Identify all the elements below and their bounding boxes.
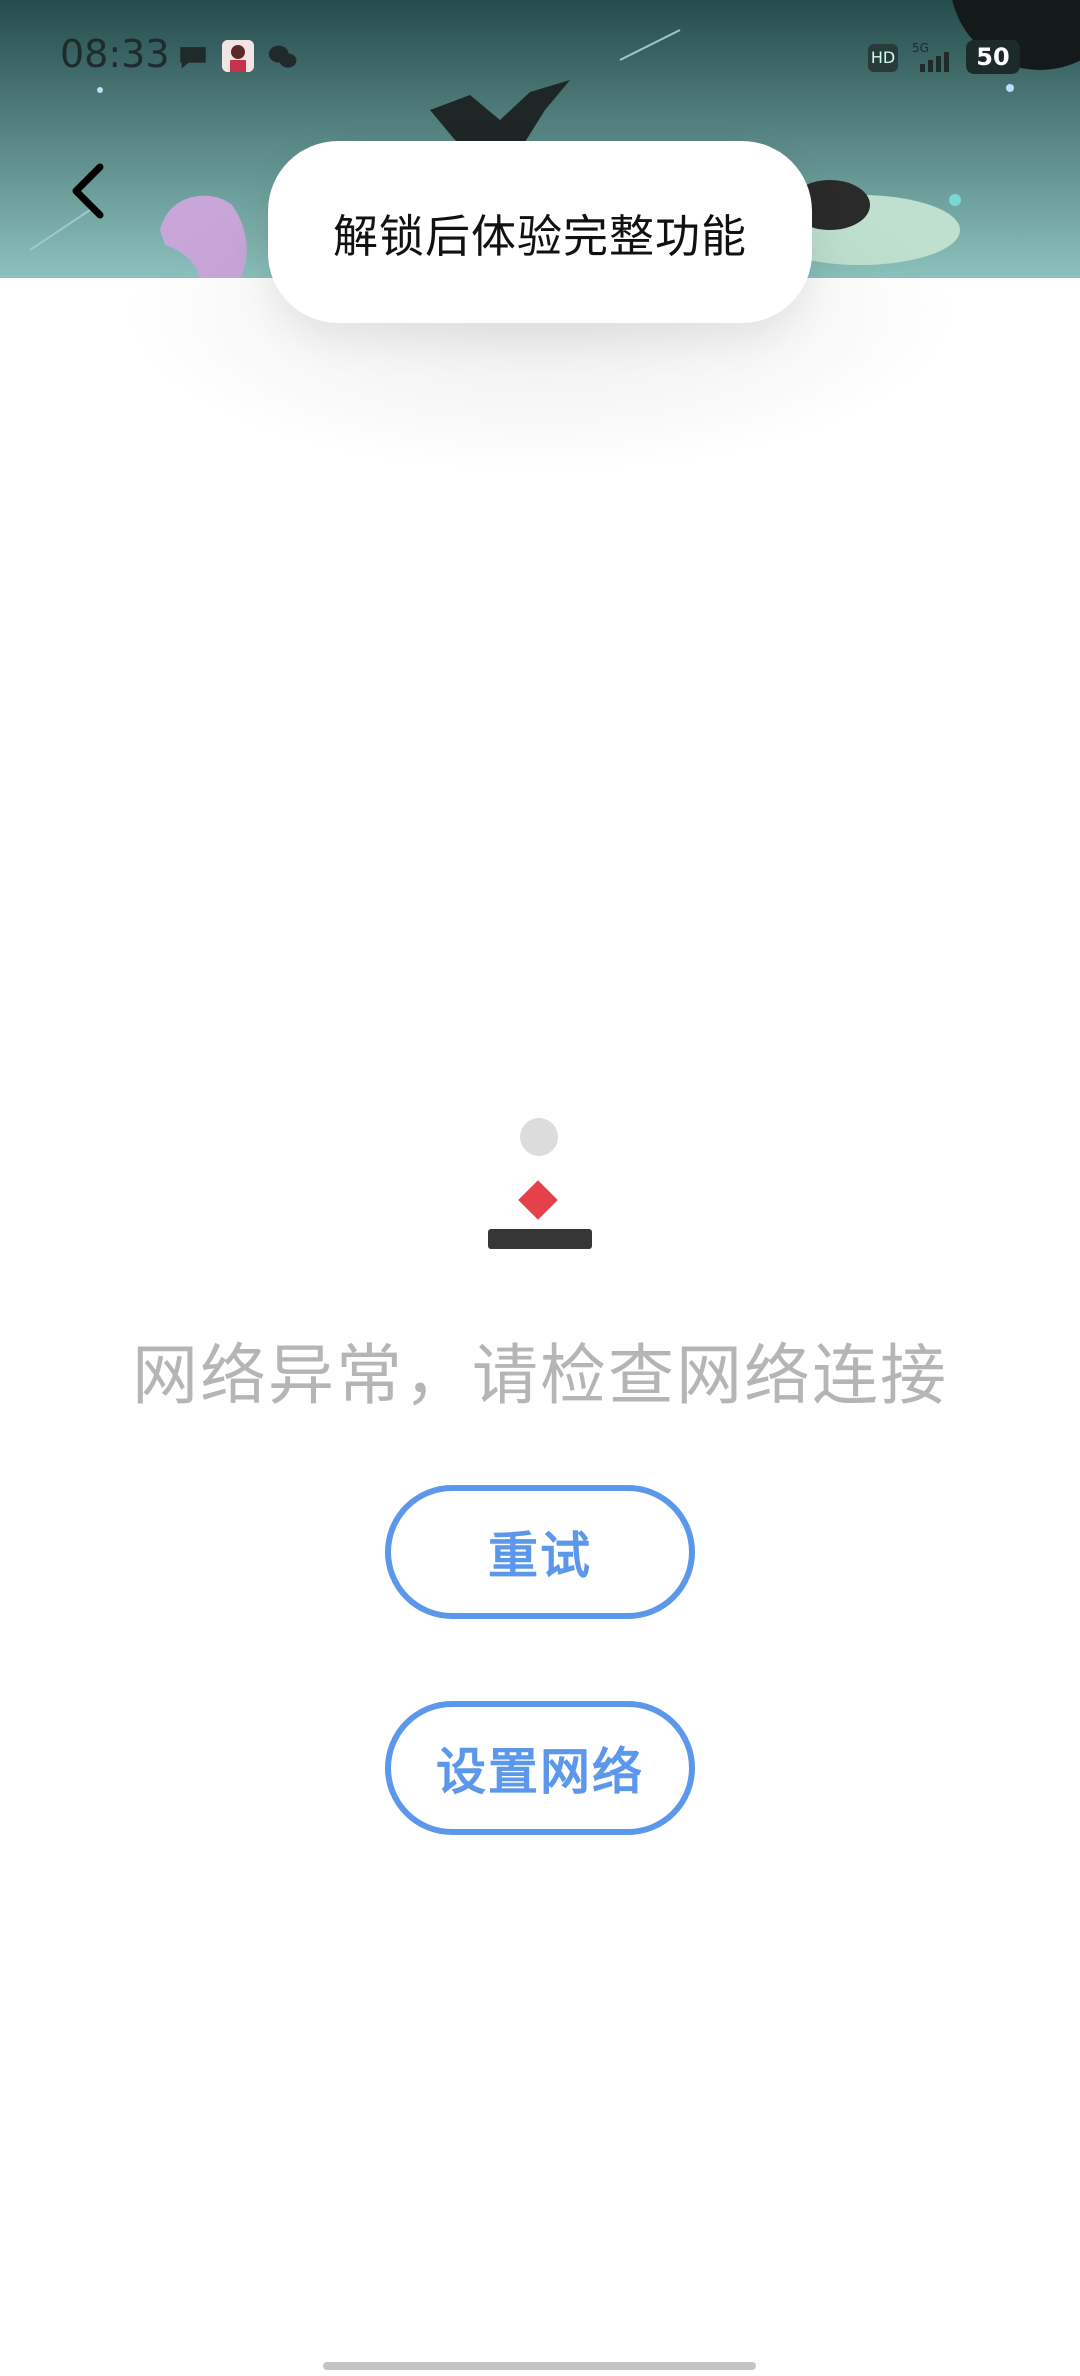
signal-icon: 5G — [912, 41, 949, 72]
chevron-left-icon — [72, 163, 104, 219]
status-time: 08:33 — [60, 32, 170, 76]
wechat-icon — [268, 45, 297, 68]
illustration-bar — [488, 1229, 592, 1249]
back-button[interactable] — [58, 156, 118, 226]
network-settings-button[interactable]: 设置网络 — [385, 1701, 695, 1835]
home-indicator[interactable] — [323, 2362, 756, 2370]
unlock-toast: 解锁后体验完整功能 — [268, 141, 812, 323]
network-settings-button-label: 设置网络 — [436, 1743, 644, 1801]
retry-button[interactable]: 重试 — [385, 1485, 695, 1619]
hd-badge: HD — [868, 44, 898, 72]
battery-icon: 50 — [966, 40, 1020, 74]
profile-icon — [222, 40, 254, 72]
retry-button-label: 重试 — [488, 1527, 592, 1585]
illustration-dot — [520, 1118, 558, 1156]
toast-message: 解锁后体验完整功能 — [332, 209, 747, 263]
chat-bubble-icon — [180, 47, 206, 69]
network-type: 5G — [912, 41, 929, 55]
status-bar: 08:33 HD 5G 50 — [0, 0, 1080, 120]
illustration-diamond — [518, 1180, 558, 1220]
network-error-message: 网络异常，请检查网络连接 — [132, 1337, 948, 1414]
